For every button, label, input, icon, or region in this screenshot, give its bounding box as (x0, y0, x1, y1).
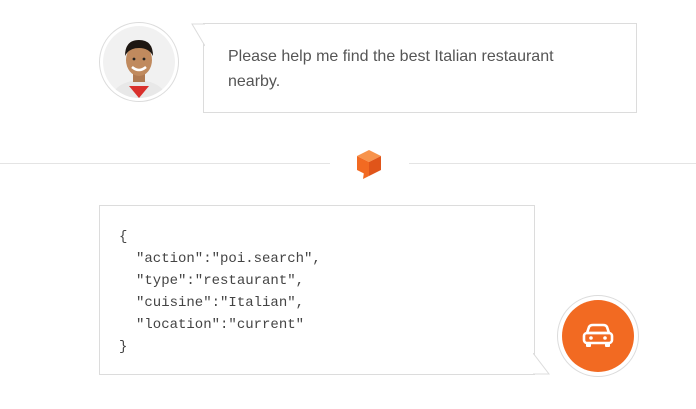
car-icon (582, 323, 614, 347)
json-line-type: "type":"restaurant", (136, 273, 305, 289)
user-message-bubble: Please help me find the best Italian res… (191, 23, 637, 113)
bot-response-bubble: { "action":"poi.search", "type":"restaur… (99, 205, 550, 375)
json-line-action: "action":"poi.search", (136, 251, 321, 267)
json-response: { "action":"poi.search", "type":"restaur… (119, 226, 321, 358)
bubble-tail (533, 353, 550, 375)
json-close-brace: } (119, 339, 128, 355)
divider-line-right (409, 163, 696, 164)
bubble-tail (191, 23, 205, 47)
json-line-location: "location":"current" (136, 317, 305, 333)
json-line-cuisine: "cuisine":"Italian", (136, 295, 305, 311)
json-open-brace: { (119, 229, 128, 245)
user-avatar (99, 22, 179, 102)
chat-box-logo-icon (354, 148, 384, 180)
user-avatar-photo (103, 26, 175, 98)
car-assistant-button[interactable] (557, 295, 639, 377)
user-message-text: Please help me find the best Italian res… (228, 48, 554, 90)
divider-line-left (0, 163, 330, 164)
car-assistant-circle[interactable] (562, 300, 634, 372)
